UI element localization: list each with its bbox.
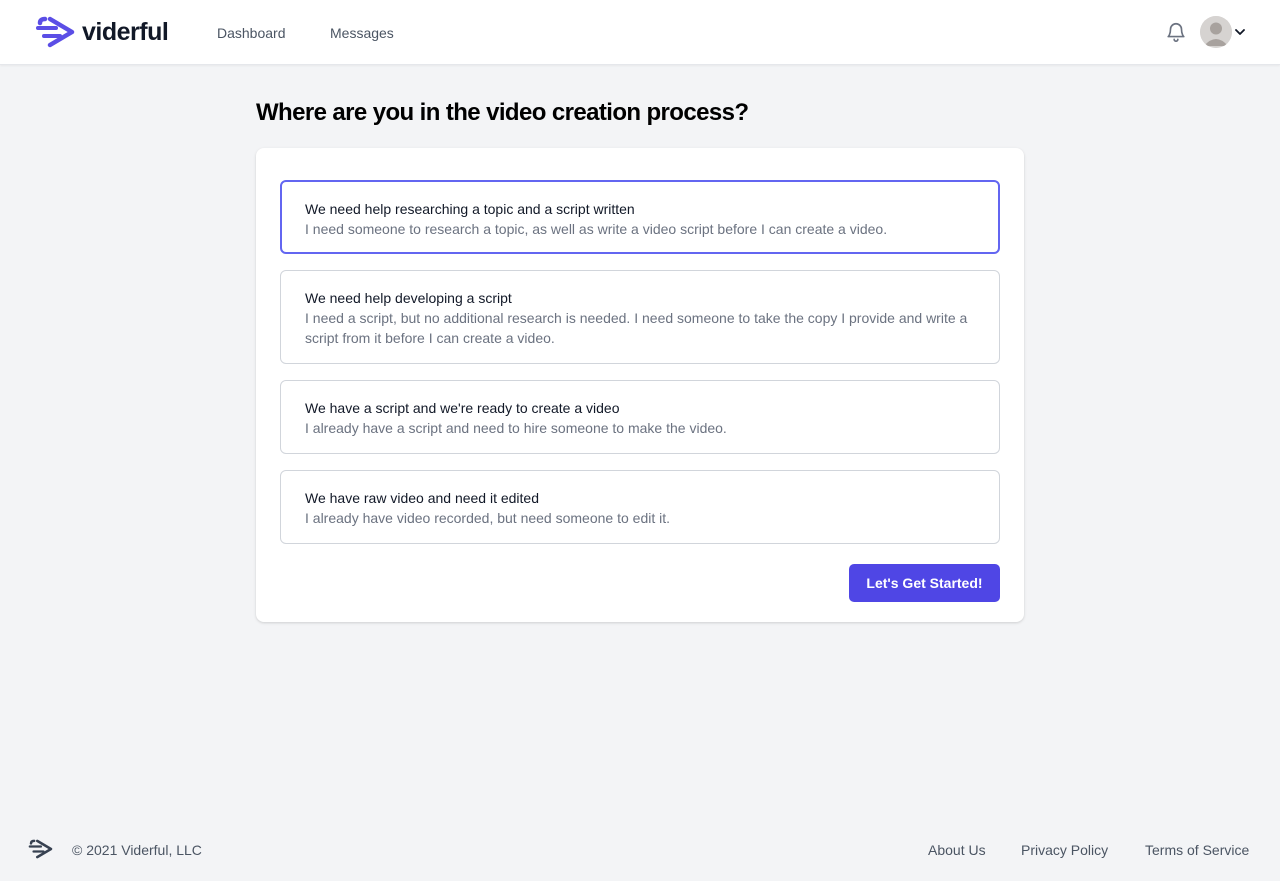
footer-privacy-link[interactable]: Privacy Policy	[1021, 841, 1108, 859]
user-avatar-icon	[1200, 16, 1232, 48]
viderful-logo-icon	[36, 16, 76, 48]
option-title: We need help researching a topic and a s…	[305, 201, 635, 217]
footer-terms-link[interactable]: Terms of Service	[1145, 841, 1249, 859]
bell-icon[interactable]	[1165, 21, 1187, 48]
option-title: We need help developing a script	[305, 290, 512, 306]
page-title: Where are you in the video creation proc…	[256, 99, 749, 126]
footer-logo-icon[interactable]	[28, 839, 54, 864]
option-description: I already have a script and need to hire…	[305, 420, 727, 436]
nav-dashboard[interactable]: Dashboard	[217, 24, 286, 42]
chevron-down-icon	[1235, 23, 1245, 41]
user-menu-button[interactable]	[1200, 16, 1245, 48]
brand-logo[interactable]: viderful	[36, 16, 169, 48]
option-research-and-script[interactable]: We need help researching a topic and a s…	[280, 180, 1000, 254]
option-title: We have raw video and need it edited	[305, 490, 540, 506]
option-description: I need someone to research a topic, as w…	[305, 221, 888, 237]
options-card: We need help researching a topic and a s…	[256, 148, 1024, 622]
option-description: I already have video recorded, but need …	[305, 510, 671, 526]
get-started-button[interactable]: Let's Get Started!	[849, 564, 1000, 602]
nav-messages[interactable]: Messages	[330, 24, 394, 42]
option-title: We have a script and we're ready to crea…	[305, 400, 620, 416]
top-nav-bar: viderful Dashboard Messages	[0, 0, 1280, 65]
option-edit-raw-video[interactable]: We have raw video and need it edited I a…	[280, 470, 1000, 544]
option-ready-to-create[interactable]: We have a script and we're ready to crea…	[280, 380, 1000, 454]
option-description: I need a script, but no additional resea…	[305, 310, 968, 346]
brand-name: viderful	[82, 18, 169, 46]
footer-about-link[interactable]: About Us	[928, 841, 986, 859]
option-develop-script[interactable]: We need help developing a script I need …	[280, 270, 1000, 364]
copyright-text: © 2021 Viderful, LLC	[72, 842, 202, 858]
